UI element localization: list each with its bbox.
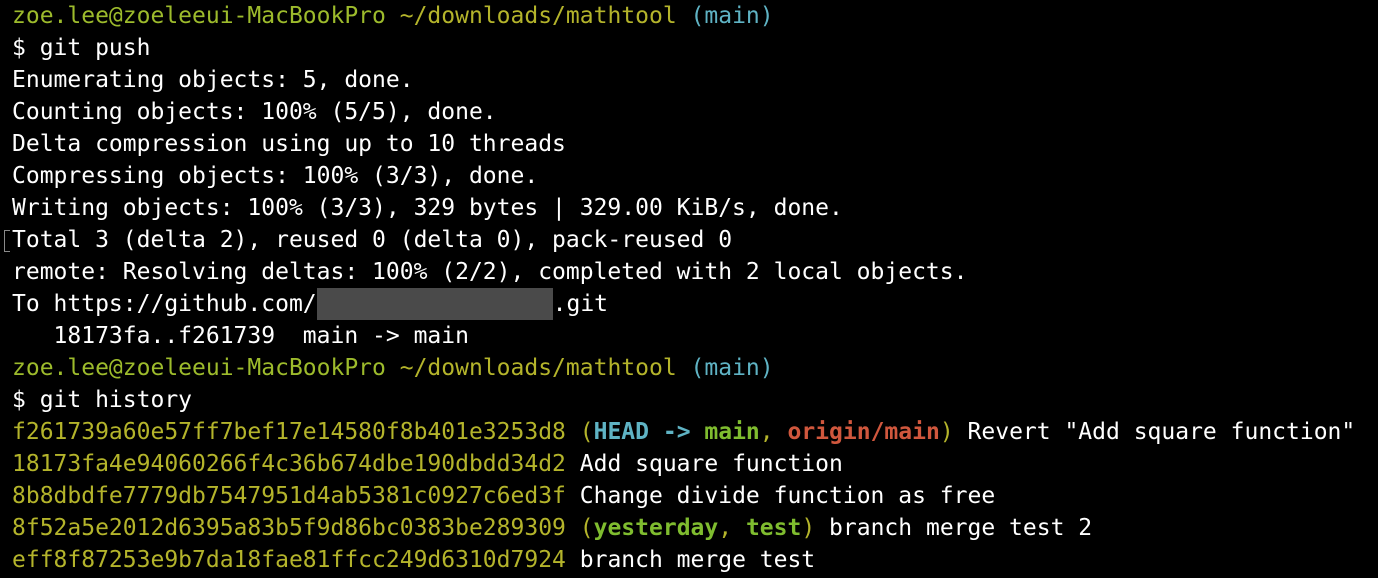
history-row: 8b8dbdfe7779db7547951d4ab5381c0927c6ed3f… [0, 480, 1378, 512]
prompt-branch: (main) [690, 3, 774, 29]
ref-separator: , [718, 515, 746, 541]
history-row: eff8f87253e9b7da18fae81ffcc249d6310d7924… [0, 544, 1378, 576]
ref-separator: , [759, 419, 788, 445]
commit-hash: 8f52a5e2012d6395a83b5f9d86bc0383be289309 [12, 515, 566, 541]
prompt-branch: (main) [690, 355, 774, 381]
commit-message: branch merge test 2 [829, 515, 1093, 541]
ref-paren-close: ) [801, 515, 816, 541]
ref-paren-open: ( [579, 419, 594, 445]
output-line: Enumerating objects: 5, done. [12, 67, 414, 93]
output-line: Delta compression using up to 10 threads [12, 131, 566, 157]
output-line: remote: Resolving deltas: 100% (2/2), co… [12, 259, 968, 285]
terminal-window[interactable]: zoe.lee@zoeleeui-MacBookPro ~/downloads/… [0, 0, 1378, 578]
output-text: Total 3 (delta 2), reused 0 (delta 0), p… [12, 227, 733, 253]
history-row: f261739a60e57ff7bef17e14580f8b401e3253d8… [0, 416, 1378, 448]
commit-hash: 18173fa4e94060266f4c36b674dbe190dbdd34d2 [12, 451, 566, 477]
local-branch-ref: test [745, 515, 802, 541]
prompt-path: ~/downloads/mathtool [399, 355, 677, 381]
commit-message: Add square function [579, 451, 843, 477]
prompt-user-host: zoe.lee@zoeleeui-MacBookPro [12, 355, 386, 381]
ref-paren-close: ) [939, 419, 954, 445]
shell-prompt: zoe.lee@zoeleeui-MacBookPro ~/downloads/… [0, 0, 1378, 32]
redacted-block [316, 288, 553, 320]
output-line: Compressing objects: 100% (3/3), done. [12, 163, 539, 189]
command-line: $ git history [12, 387, 193, 413]
commit-hash: f261739a60e57ff7bef17e14580f8b401e3253d8 [12, 419, 566, 445]
remote-branch-ref: origin/main [787, 419, 940, 445]
local-branch-ref: yesterday [593, 515, 719, 541]
output-line: Counting objects: 100% (5/5), done. [12, 99, 497, 125]
prompt-user-host: zoe.lee@zoeleeui-MacBookPro [12, 3, 386, 29]
shell-prompt: zoe.lee@zoeleeui-MacBookPro ~/downloads/… [0, 352, 1378, 384]
head-ref: HEAD -> [593, 419, 705, 445]
ref-paren-open: ( [579, 515, 594, 541]
commit-hash: 8b8dbdfe7779db7547951d4ab5381c0927c6ed3f [12, 483, 566, 509]
commit-message: Change divide function as free [579, 483, 996, 509]
commit-hash: eff8f87253e9b7da18fae81ffcc249d6310d7924 [12, 547, 566, 573]
push-ref-line: 18173fa..f261739 main -> main [12, 323, 469, 349]
history-row: 18173fa4e94060266f4c36b674dbe190dbdd34d2… [0, 448, 1378, 480]
local-branch-ref: main [704, 419, 760, 445]
commit-message: Revert "Add square function" [967, 419, 1356, 445]
commit-message: branch merge test [579, 547, 816, 573]
command-line: $ git push [12, 35, 151, 61]
text-cursor-marker [4, 230, 10, 252]
output-line: Writing objects: 100% (3/3), 329 bytes |… [12, 195, 843, 221]
prompt-path: ~/downloads/mathtool [399, 3, 677, 29]
output-line: Total 3 (delta 2), reused 0 (delta 0), p… [0, 224, 1378, 256]
remote-url-prefix: To https://github.com/ [12, 291, 317, 317]
history-row: 8f52a5e2012d6395a83b5f9d86bc0383be289309… [0, 512, 1378, 544]
push-remote-line: To https://github.com/ .git [0, 288, 1378, 320]
remote-url-suffix: .git [552, 291, 609, 317]
